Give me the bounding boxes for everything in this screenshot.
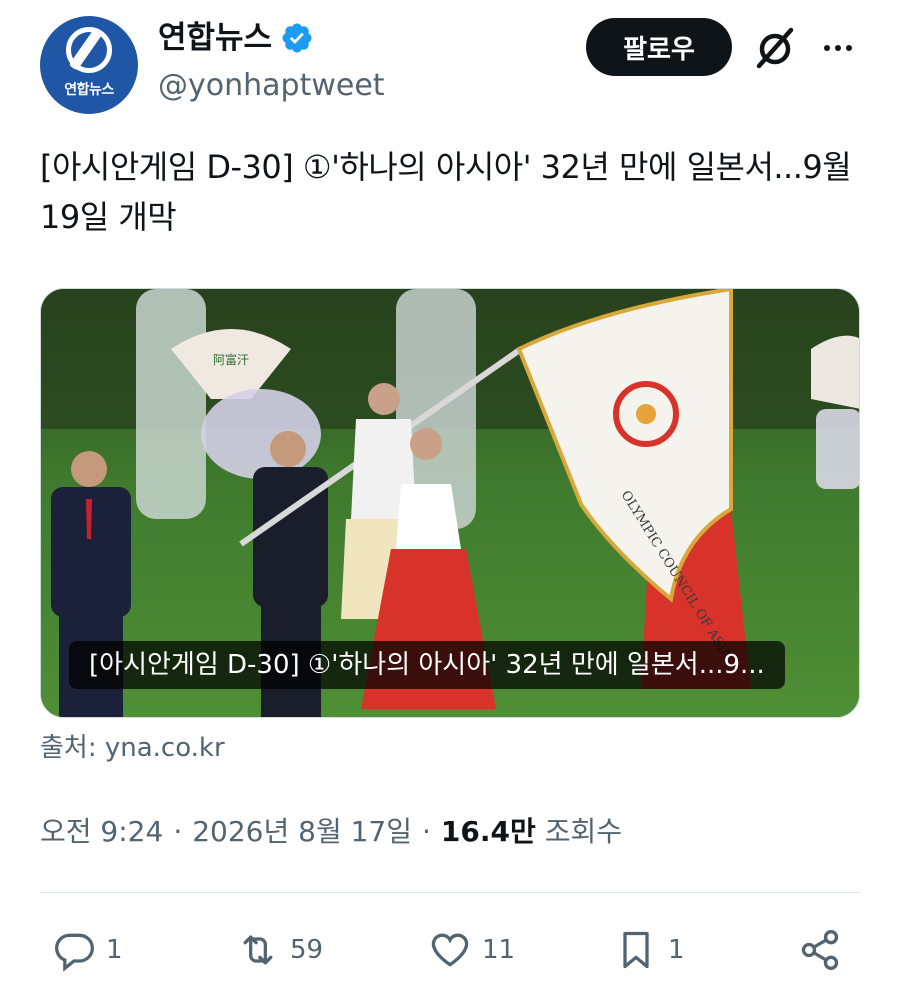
bookmark-icon xyxy=(623,931,649,969)
divider xyxy=(40,892,860,893)
grok-icon[interactable] xyxy=(750,22,800,72)
view-count-label: 조회수 xyxy=(544,815,622,848)
like-button[interactable]: 11 xyxy=(428,918,515,982)
reply-count: 1 xyxy=(106,935,123,965)
retweet-count: 59 xyxy=(290,935,324,965)
yonhap-logo-icon xyxy=(66,27,112,73)
like-count: 11 xyxy=(482,935,516,965)
tweet-header: 연합뉴스 연합뉴스 @yonhaptweet 팔로우 xyxy=(40,16,860,116)
author-block: 연합뉴스 @yonhaptweet xyxy=(158,18,385,108)
share-button[interactable] xyxy=(798,918,842,982)
link-card-title[interactable]: [아시안게임 D-30] ①'하나의 아시아' 32년 만에 일본서...9..… xyxy=(69,641,785,689)
bookmark-button[interactable]: 1 xyxy=(614,918,685,982)
author-name-row[interactable]: 연합뉴스 xyxy=(158,18,385,58)
tweet-text: [아시안게임 D-30] ①'하나의 아시아' 32년 만에 일본서...9월 … xyxy=(40,148,852,236)
view-count-value: 16.4만 xyxy=(440,815,536,848)
more-icon[interactable] xyxy=(820,30,856,66)
share-icon xyxy=(801,930,839,970)
meta-separator: · xyxy=(173,815,183,848)
tweet-time[interactable]: 오전 9:24 xyxy=(40,810,163,854)
retweet-button[interactable]: 59 xyxy=(236,918,323,982)
action-bar: 1 59 11 1 xyxy=(40,918,860,982)
heart-icon xyxy=(431,933,469,967)
svg-text:阿富汗: 阿富汗 xyxy=(213,352,249,367)
link-source[interactable]: 출처: yna.co.kr xyxy=(40,728,225,768)
reply-icon xyxy=(55,933,94,972)
reply-button[interactable]: 1 xyxy=(52,918,123,982)
link-card[interactable]: 阿富汗 OLYMPIC COUNCIL OF ASIA [아시안게임 D-30]… xyxy=(40,288,860,718)
avatar-label: 연합뉴스 xyxy=(64,82,114,98)
retweet-icon xyxy=(243,935,273,965)
meta-separator-2: · xyxy=(422,815,431,848)
avatar[interactable]: 연합뉴스 xyxy=(40,16,138,114)
bookmark-count: 1 xyxy=(668,935,685,965)
view-count: 16.4만 조회수 xyxy=(441,810,622,854)
author-display-name[interactable]: 연합뉴스 xyxy=(158,18,272,58)
follow-button[interactable]: 팔로우 xyxy=(586,18,732,76)
tweet-date[interactable]: 2026년 8월 17일 xyxy=(192,810,412,854)
author-handle[interactable]: @yonhaptweet xyxy=(158,64,385,108)
verified-badge-icon xyxy=(282,23,312,53)
tweet-meta: 오전 9:24 · 2026년 8월 17일 · 16.4만 조회수 xyxy=(40,810,622,854)
